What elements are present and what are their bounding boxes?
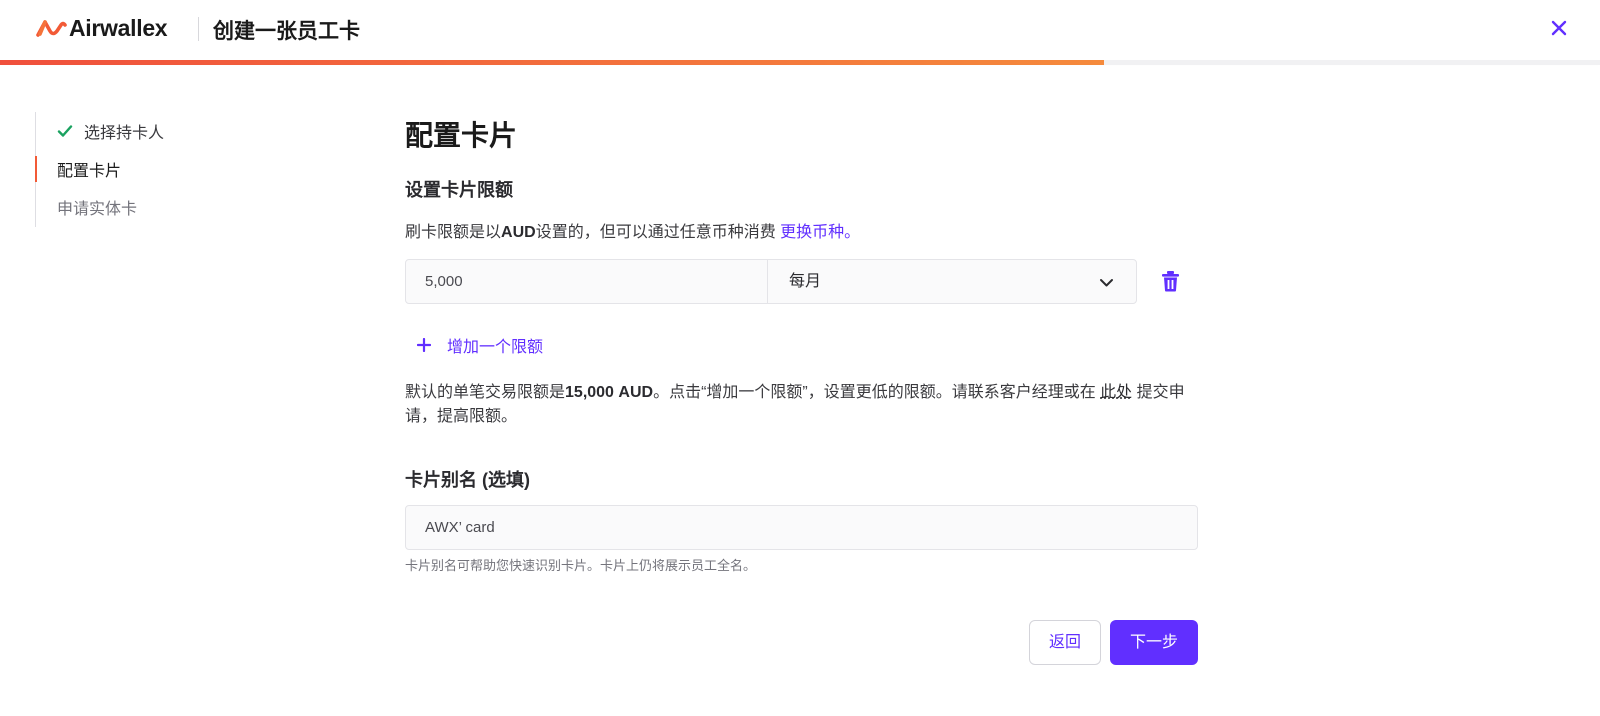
check-icon bbox=[57, 125, 73, 137]
add-limit-label: 增加一个限额 bbox=[447, 339, 544, 356]
progress-bar bbox=[0, 60, 1600, 65]
next-button[interactable]: 下一步 bbox=[1110, 620, 1198, 665]
limit-description: 刷卡限额是以AUD设置的，但可以通过任意币种消费 更换币种。 bbox=[405, 224, 861, 241]
step-request-physical-card: 申请实体卡 bbox=[36, 194, 137, 220]
airwallex-logo: Airwallex bbox=[35, 15, 168, 42]
limit-period-value: 每月 bbox=[789, 273, 822, 290]
request-increase-link[interactable]: 此处 bbox=[1100, 384, 1132, 401]
step-label: 申请实体卡 bbox=[57, 201, 138, 218]
step-label: 选择持卡人 bbox=[84, 125, 165, 142]
step-select-cardholder[interactable]: 选择持卡人 bbox=[36, 118, 164, 144]
top-header: Airwallex 创建一张员工卡 bbox=[0, 0, 1600, 65]
progress-bar-fill bbox=[0, 60, 1104, 65]
close-icon[interactable] bbox=[1548, 17, 1570, 39]
back-button[interactable]: 返回 bbox=[1029, 620, 1101, 665]
default-limit-note: 默认的单笔交易限额是15,000 AUD。点击“增加一个限额”，设置更低的限额。… bbox=[405, 384, 1185, 425]
step-configure-card: 配置卡片 bbox=[35, 156, 122, 182]
limit-amount-input[interactable]: 5,000 bbox=[405, 259, 768, 304]
limit-period-select[interactable]: 每月 bbox=[767, 259, 1137, 304]
active-step-indicator bbox=[35, 156, 37, 182]
change-currency-link[interactable]: 更换币种。 bbox=[780, 224, 860, 241]
step-label: 配置卡片 bbox=[57, 163, 122, 180]
add-limit-button[interactable]: 增加一个限额 bbox=[417, 332, 543, 358]
card-alias-helper-text: 卡片别名可帮助您快速识别卡片。卡片上仍将展示员工全名。 bbox=[405, 558, 757, 573]
brand-name: Airwallex bbox=[69, 15, 168, 41]
card-limit-section-title: 设置卡片限额 bbox=[405, 180, 513, 200]
header-divider bbox=[198, 17, 199, 41]
page-title: 配置卡片 bbox=[405, 120, 518, 151]
trash-icon[interactable] bbox=[1161, 270, 1180, 292]
chevron-down-icon bbox=[1100, 279, 1113, 287]
page-header-title: 创建一张员工卡 bbox=[213, 20, 360, 43]
wizard-stepper: 选择持卡人 配置卡片 申请实体卡 bbox=[35, 112, 235, 227]
plus-icon bbox=[417, 338, 431, 352]
card-alias-section-title: 卡片别名 (选填) bbox=[405, 470, 530, 490]
airwallex-logo-icon bbox=[36, 19, 67, 37]
card-alias-input[interactable]: AWX’ card bbox=[405, 505, 1198, 550]
